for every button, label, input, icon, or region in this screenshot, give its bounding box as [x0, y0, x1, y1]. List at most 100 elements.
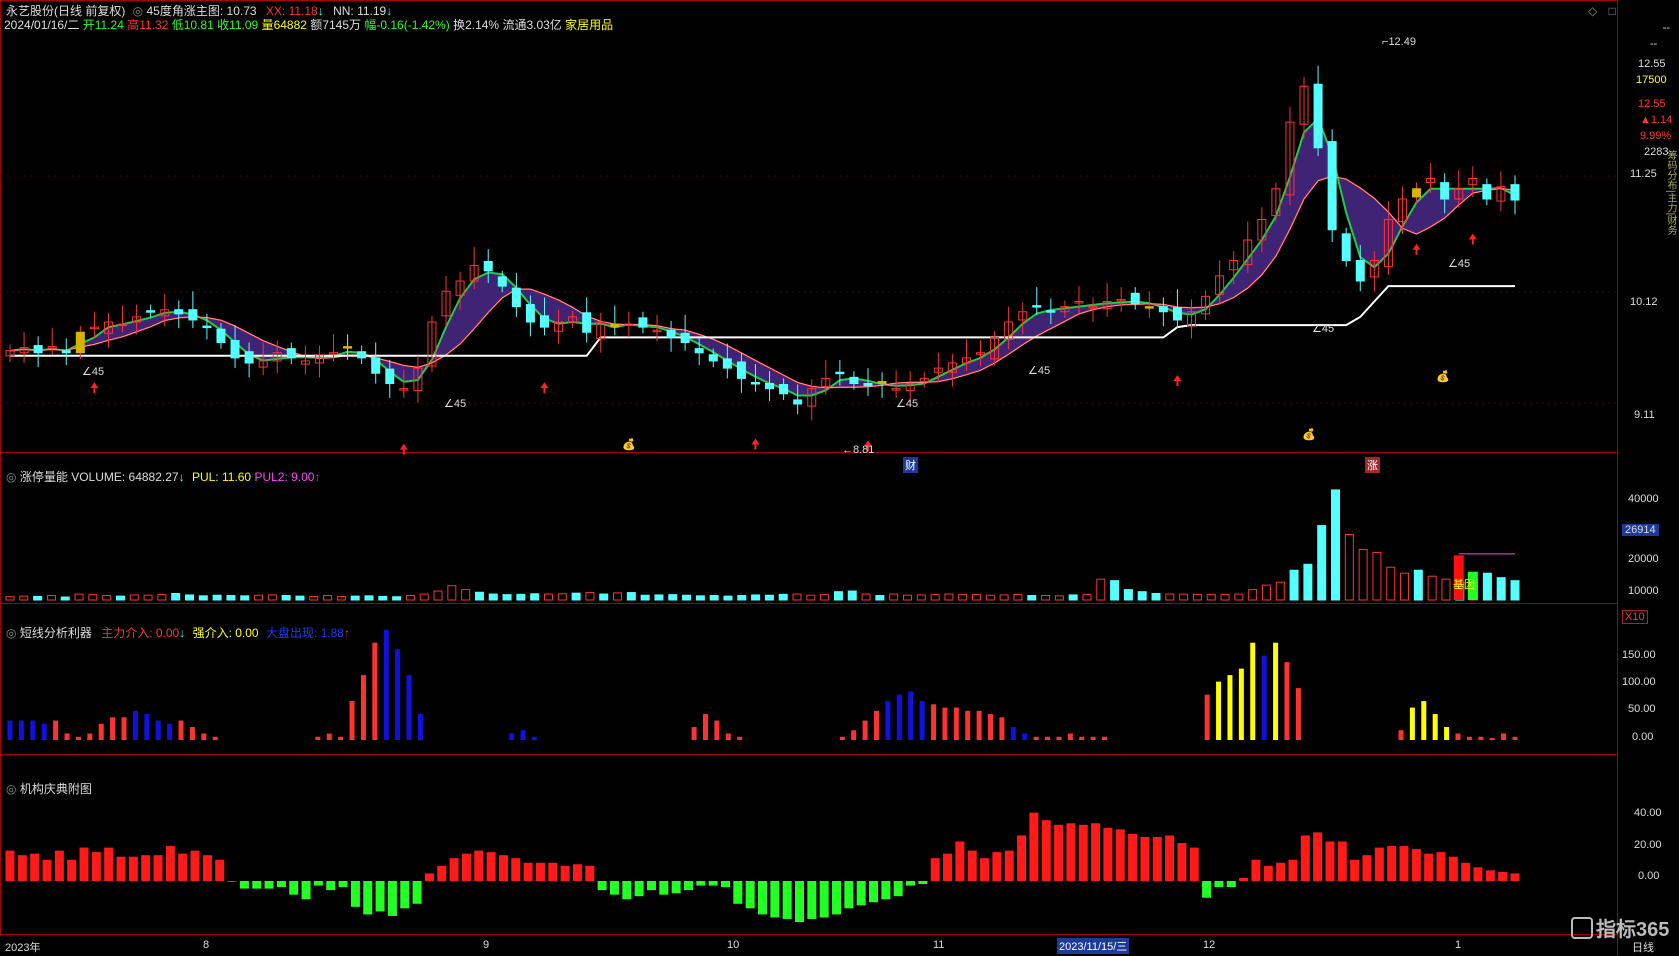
collapse-icon[interactable]: ◎	[6, 782, 16, 796]
money-bag-icon[interactable]: 💰	[622, 438, 636, 451]
money-bag-icon[interactable]: 💰	[1302, 428, 1316, 441]
volume-bar	[1013, 594, 1023, 601]
inst-signal-bar	[745, 881, 755, 909]
short-signal-bar	[896, 694, 902, 740]
money-bag-icon[interactable]: 💰	[1436, 370, 1450, 383]
short-signal-bar	[1501, 733, 1507, 740]
volume-bar	[1248, 589, 1258, 601]
indicator-name[interactable]: 45度角涨主图	[147, 4, 220, 18]
inst-signal-bar	[535, 862, 545, 881]
short-signal-bar	[1478, 736, 1484, 740]
angle-label: ∠45	[896, 398, 919, 410]
volume-bar	[1220, 594, 1230, 601]
inst-signal-bar	[1498, 871, 1508, 881]
volume-bar	[1123, 589, 1133, 601]
short-signal-bar	[1010, 727, 1016, 740]
stock-name[interactable]: 永艺股份(日线 前复权)	[6, 4, 125, 18]
short-signal-bar	[406, 675, 412, 740]
short-signal-bar	[862, 720, 868, 740]
restore-icon[interactable]: ◇	[1588, 4, 1597, 18]
inst-signal-bar	[1165, 835, 1175, 881]
candle-body	[1172, 307, 1182, 321]
brand-logo: 指标365	[1571, 913, 1669, 942]
short-signal-bar	[908, 691, 914, 740]
volume-bar	[1510, 580, 1520, 601]
short-signal-bar	[144, 714, 150, 740]
inst-signal-bar	[54, 850, 64, 881]
short-signal-bar	[110, 717, 116, 740]
volume-bar	[682, 594, 692, 601]
volume-bar	[157, 593, 167, 601]
inst-signal-bar	[289, 881, 299, 895]
side-strip-tabs[interactable]: 筹码分布|主力|财务	[1665, 150, 1678, 235]
collapse-icon[interactable]: ◎	[6, 470, 16, 484]
inst-signal-bar	[1411, 849, 1421, 881]
quote-sector[interactable]: 家居用品	[565, 18, 613, 32]
inst-panel-title: ◎ 机构庆典附图	[6, 782, 92, 796]
inst-signal-bar	[1350, 859, 1360, 881]
short-signal-bar	[1238, 668, 1244, 740]
inst-signal-bar	[1078, 824, 1088, 881]
short-signal-bar	[395, 649, 401, 740]
volume-indicator-name[interactable]: 涨停量能	[20, 470, 68, 484]
inst-signal-bar	[1485, 870, 1495, 881]
inst-signal-bar	[1461, 862, 1471, 881]
close-icon[interactable]: □	[1609, 4, 1616, 18]
volume-bar	[654, 594, 664, 601]
up-arrow-icon: ↑	[314, 470, 321, 484]
volume-bar	[695, 595, 705, 601]
volume-bar	[364, 595, 374, 601]
short-signal-bar	[1398, 730, 1404, 740]
inst-signal-bar	[1115, 829, 1125, 881]
buy-arrow-icon	[751, 438, 760, 450]
volume-bar	[792, 593, 802, 601]
short-signal-bar	[520, 730, 526, 740]
time-tick: 2023年	[5, 942, 41, 954]
volume-bar	[930, 594, 940, 601]
limit-up-marker[interactable]: 涨	[1365, 457, 1380, 473]
inst-signal-bar	[881, 881, 891, 900]
short-signal-bar	[725, 733, 731, 740]
inst-signal-bar	[930, 858, 940, 881]
inst-indicator-name[interactable]: 机构庆典附图	[20, 782, 92, 796]
volume-bar	[129, 594, 139, 601]
short-indicator-name[interactable]: 短线分析利器	[20, 626, 92, 640]
volume-bar	[1427, 575, 1437, 601]
finance-marker[interactable]: 财	[903, 457, 918, 473]
short-signal-bar	[178, 720, 184, 740]
short-signal-bar	[509, 733, 515, 740]
inst-signal-bar	[474, 850, 484, 881]
short-tick: 0.00	[1632, 731, 1654, 743]
inst-signal-bar	[363, 881, 373, 915]
time-tick: 10	[727, 939, 740, 951]
volume-bar	[33, 595, 43, 601]
candle-body	[497, 276, 507, 287]
side-dash-1: --	[1662, 22, 1670, 34]
inst-signal-bar	[5, 850, 15, 881]
inst-signal-bar	[1103, 827, 1113, 881]
inst-signal-bar	[42, 859, 52, 881]
collapse-icon[interactable]: ◎	[133, 4, 143, 18]
volume-bar	[1482, 572, 1492, 601]
volume-bar	[392, 596, 402, 601]
volume-bar	[1041, 595, 1051, 601]
inst-signal-bar	[646, 881, 656, 891]
volume-bar	[861, 593, 871, 601]
collapse-icon[interactable]: ◎	[6, 626, 16, 640]
inst-signal-bar	[523, 862, 533, 881]
volume-bar	[1137, 591, 1147, 601]
volume-tick: 40000	[1628, 493, 1659, 505]
candle-body	[230, 339, 240, 359]
short-signal-bar	[737, 736, 743, 740]
candle-body	[371, 357, 381, 374]
short-signal-bar	[1444, 727, 1450, 740]
short-signal-bar	[1250, 642, 1256, 740]
short-signal-bar	[1295, 688, 1301, 740]
inst-tick: 0.00	[1638, 870, 1660, 882]
short-signal-bar	[976, 710, 982, 740]
short-panel-title: ◎ 短线分析利器 主力介入: 0.00↓ 强介入: 0.00 大盘出现: 1.8…	[6, 626, 350, 640]
volume-bar	[1151, 592, 1161, 601]
inst-signal-bar	[548, 862, 558, 881]
short-signal-bar	[1204, 694, 1210, 740]
candle-body	[680, 332, 690, 343]
